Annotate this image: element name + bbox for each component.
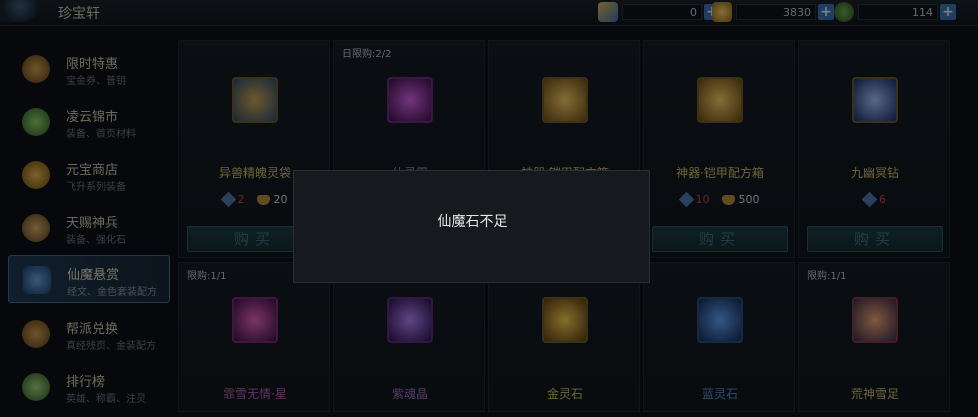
dialog-message: 仙魔石不足 [437,214,508,230]
insufficient-funds-dialog[interactable]: 仙魔石不足 [293,170,650,283]
